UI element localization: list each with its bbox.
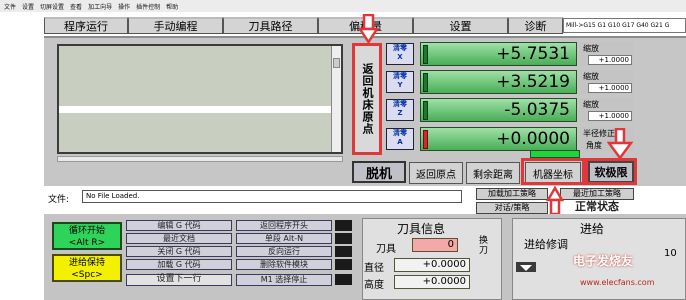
tab-settings[interactable]: 设置 bbox=[413, 17, 508, 34]
goto-zero-button[interactable]: 返回原点 bbox=[409, 162, 463, 184]
scale-x: 缩放 +1.0000 bbox=[580, 42, 634, 66]
menu-operator[interactable]: 操作 bbox=[118, 2, 130, 11]
vertical-scrollbar[interactable] bbox=[331, 46, 341, 152]
arrow-down-icon-right bbox=[607, 128, 633, 160]
dro-a[interactable]: +0.0000 bbox=[420, 127, 577, 151]
dro-z[interactable]: -5.0375 bbox=[420, 98, 577, 122]
zero-z-button[interactable]: 清零 Z bbox=[386, 99, 414, 121]
height-label: 高度 bbox=[364, 280, 384, 291]
offline-button[interactable]: 脱机 bbox=[352, 161, 406, 183]
machine-coords-led bbox=[530, 150, 580, 158]
a-ref-led bbox=[423, 130, 428, 149]
tab-diagnostics[interactable]: 诊断 bbox=[508, 17, 563, 34]
cycle-start-button[interactable]: 循环开始 <Alt R> bbox=[52, 222, 122, 250]
dist-to-go-button[interactable]: 剩余距离 bbox=[466, 162, 520, 184]
conversational-button[interactable]: 对话/策略 bbox=[476, 202, 548, 214]
triangle-down-icon bbox=[520, 265, 532, 271]
menu-bar: 文件 设置 切屏设置 查看 加工向导 操作 插件控制 帮助 bbox=[0, 0, 686, 12]
tab-program-run[interactable]: 程序运行 bbox=[44, 17, 128, 34]
menu-view[interactable]: 查看 bbox=[70, 2, 82, 11]
file-label: 文件: bbox=[48, 195, 70, 205]
feed-hold-button[interactable]: 进给保持 <Spc> bbox=[52, 254, 122, 282]
dro-x[interactable]: +5.7531 bbox=[420, 42, 577, 66]
arrow-up-icon bbox=[546, 186, 564, 216]
feed-override-label: 进给修调 bbox=[524, 238, 568, 251]
rewind-button[interactable]: 返回程序开头 bbox=[236, 220, 332, 231]
z-ref-led bbox=[423, 101, 428, 120]
set-next-line-button[interactable]: 设置下一行 bbox=[126, 274, 232, 286]
block-delete-button[interactable]: 删除软件模块 bbox=[236, 259, 332, 270]
optional-stop-button[interactable]: M1 选择停止 bbox=[236, 274, 332, 286]
dro-y[interactable]: +3.5219 bbox=[420, 70, 577, 94]
tab-toolpath[interactable]: 刀具路径 bbox=[223, 17, 318, 34]
tool-change-label[interactable]: 换刀 bbox=[479, 236, 493, 256]
close-gcode-button[interactable]: 关闭 G 代码 bbox=[126, 246, 232, 257]
tab-mdi[interactable]: 手动编程 bbox=[128, 17, 223, 34]
watermark-logo: 电子发烧友 bbox=[573, 254, 634, 268]
highlight-box-softlimits bbox=[585, 158, 637, 185]
led-indicator bbox=[335, 259, 352, 270]
led-indicator bbox=[335, 274, 352, 285]
feed-title: 进给 bbox=[580, 222, 605, 236]
menu-wizard[interactable]: 加工向导 bbox=[88, 2, 112, 11]
edit-gcode-button[interactable]: 编辑 G 代码 bbox=[126, 220, 232, 231]
highlight-box-coords bbox=[521, 158, 585, 185]
tool-info-title: 刀具信息 bbox=[397, 222, 446, 236]
last-wizard-button[interactable]: 最近加工策略 bbox=[560, 188, 634, 200]
load-gcode-button[interactable]: 加载 G 代码 bbox=[126, 259, 232, 270]
diameter-label: 直径 bbox=[364, 263, 384, 274]
scale-y: 缩放 +1.0000 bbox=[580, 70, 634, 94]
x-ref-led bbox=[423, 45, 428, 64]
tool-number-field[interactable]: 0 bbox=[412, 238, 458, 252]
menu-help[interactable]: 帮助 bbox=[166, 2, 178, 11]
horizontal-scrollbar[interactable] bbox=[57, 156, 343, 162]
menu-file[interactable]: 文件 bbox=[4, 2, 16, 11]
tool-label: 刀具 bbox=[376, 244, 396, 255]
current-line-highlight bbox=[59, 106, 331, 113]
led-indicator bbox=[335, 246, 352, 257]
zero-x-button[interactable]: 清零 X bbox=[386, 43, 414, 65]
zero-a-button[interactable]: 清零 A bbox=[386, 128, 414, 150]
file-name-field: No File Loaded. bbox=[82, 190, 462, 203]
single-block-button[interactable]: 单段 Alt-N bbox=[236, 233, 332, 244]
gcode-display-window[interactable] bbox=[57, 44, 343, 154]
mach3-screen: 文件 设置 切屏设置 查看 加工向导 操作 插件控制 帮助 程序运行 手动编程 … bbox=[0, 0, 686, 300]
watermark-url: www.elecfans.com bbox=[580, 278, 655, 287]
reverse-run-button[interactable]: 反向运行 bbox=[236, 246, 332, 257]
arrow-down-icon bbox=[359, 14, 379, 44]
normal-state-label: 正常状态 bbox=[575, 200, 619, 213]
scroll-thumb[interactable] bbox=[333, 58, 340, 68]
ref-all-home-label: 返回机床原点 bbox=[361, 63, 374, 135]
menu-config[interactable]: 设置 bbox=[22, 2, 34, 11]
zero-y-button[interactable]: 清零 Y bbox=[386, 71, 414, 93]
feed-override-value: 10 bbox=[664, 248, 677, 259]
led-indicator bbox=[335, 233, 352, 244]
menu-plugins[interactable]: 插件控制 bbox=[136, 2, 160, 11]
scale-z: 缩放 +1.0000 bbox=[580, 98, 634, 122]
height-field[interactable]: +0.0000 bbox=[394, 275, 470, 289]
recent-file-button[interactable]: 最近文档 bbox=[126, 233, 232, 244]
led-indicator bbox=[335, 220, 352, 231]
diameter-field[interactable]: +0.0000 bbox=[394, 258, 470, 272]
menu-view-switch[interactable]: 切屏设置 bbox=[40, 2, 64, 11]
active-gcodes-display: Mill->G15 G1 G10 G17 G40 G21 G bbox=[563, 18, 686, 33]
screen-tab-bar: 程序运行 手动编程 刀具路径 偏移量 设置 诊断 bbox=[44, 17, 644, 34]
ref-all-home-button[interactable]: 返回机床原点 bbox=[352, 43, 382, 155]
y-ref-led bbox=[423, 73, 428, 92]
load-wizard-button[interactable]: 加载加工策略 bbox=[476, 188, 548, 200]
